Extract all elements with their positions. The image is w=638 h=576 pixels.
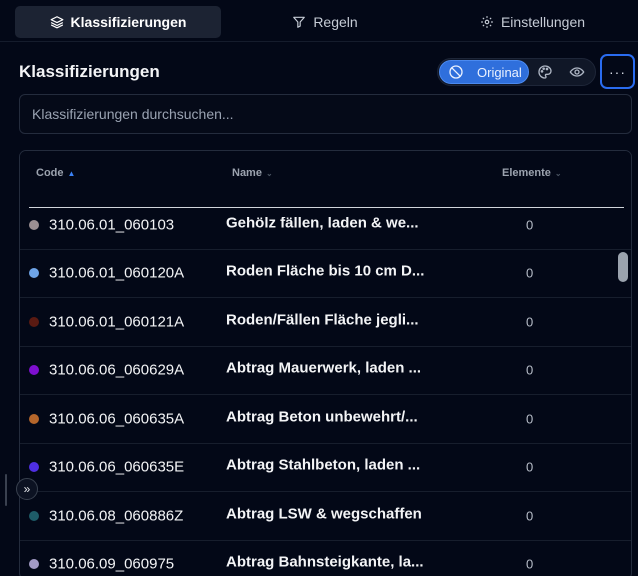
color-swatch [29, 462, 39, 473]
scrollbar-thumb[interactable] [618, 252, 628, 282]
row-code: 310.06.06_060629A [49, 361, 185, 379]
tab-klassifizierungen[interactable]: Klassifizierungen [15, 6, 221, 38]
original-view-button[interactable]: Original [439, 60, 529, 84]
palette-icon [538, 65, 552, 79]
color-swatch [29, 559, 39, 570]
column-label: Code [36, 167, 64, 179]
row-code: 310.06.09_060975 [49, 555, 175, 573]
view-toggle: Original [437, 58, 596, 86]
table-row[interactable]: 310.06.01_060121A Roden/Fällen Fläche jeg… [20, 298, 631, 347]
color-swatch [29, 316, 39, 327]
expand-sidebar-button[interactable]: » [16, 478, 38, 500]
table-row[interactable]: 310.06.06_060629A Abtrag Mauerwerk, laden… [20, 347, 631, 395]
table-header: Code ▲ Name ⌄ Elemente ⌄ [20, 151, 631, 217]
column-header-code[interactable]: Code ▲ [36, 167, 75, 179]
color-swatch [29, 268, 39, 279]
color-swatch [29, 510, 39, 521]
color-swatch [29, 413, 39, 424]
chevron-down-icon: ⌄ [554, 168, 562, 178]
row-code: 310.06.01_060121A [49, 313, 185, 331]
tab-label: Einstellungen [500, 14, 586, 30]
color-swatch [29, 219, 39, 230]
palette-off-icon [449, 65, 463, 79]
row-element-count: 0 [526, 217, 534, 233]
color-view-button[interactable] [529, 60, 561, 84]
original-label: Original [477, 64, 522, 80]
table-row[interactable]: 310.06.08_060886Z Abtrag LSW & wegschaffe… [20, 492, 631, 541]
tab-regeln[interactable]: Regeln [260, 6, 390, 38]
row-element-count: 0 [526, 314, 534, 330]
row-element-count: 0 [526, 362, 534, 378]
row-name: Roden Fläche bis 10 cm D... [226, 262, 425, 280]
column-header-elemente[interactable]: Elemente ⌄ [502, 167, 562, 179]
double-chevron-right-icon: » [23, 482, 31, 496]
row-element-count: 0 [526, 411, 534, 427]
page-title: Klassifizierungen [19, 62, 160, 81]
chevron-down-icon: ⌄ [265, 168, 273, 178]
preview-view-button[interactable] [561, 60, 593, 84]
row-element-count: 0 [526, 459, 534, 475]
column-label: Name [232, 167, 262, 179]
tab-einstellungen[interactable]: Einstellungen [460, 6, 605, 38]
filter-icon [293, 16, 306, 28]
row-name: Abtrag Beton unbewehrt/... [226, 408, 418, 426]
sort-ascending-icon: ▲ [67, 168, 76, 178]
row-code: 310.06.01_060120A [49, 264, 185, 282]
row-code: 310.06.01_060103 [49, 216, 175, 234]
tab-bar: Klassifizierungen Regeln Einstellungen [0, 0, 638, 42]
tab-label: Klassifizierungen [70, 14, 187, 30]
row-code: 310.06.08_060886Z [49, 507, 184, 525]
row-element-count: 0 [526, 556, 534, 572]
more-options-button[interactable]: ··· [600, 54, 635, 89]
row-name: Abtrag Mauerwerk, laden ... [226, 359, 422, 377]
eye-icon [569, 67, 585, 77]
column-header-name[interactable]: Name ⌄ [232, 167, 273, 179]
header-divider [29, 207, 624, 208]
table-row[interactable]: 310.06.01_060120A Roden Fläche bis 10 cm … [20, 250, 631, 298]
row-code: 310.06.06_060635A [49, 410, 185, 428]
column-label: Elemente [502, 167, 551, 179]
table-body: 310.06.01_060103 Gehölz fällen, laden & w… [20, 201, 631, 576]
more-icon: ··· [609, 63, 626, 80]
color-swatch [29, 365, 39, 376]
search-input[interactable] [19, 94, 632, 134]
row-name: Roden/Fällen Fläche jegli... [226, 311, 419, 329]
row-element-count: 0 [526, 265, 534, 281]
table-row[interactable]: 310.06.06_060635E Abtrag Stahlbeton, lade… [20, 444, 631, 492]
row-code: 310.06.06_060635E [49, 458, 185, 476]
tab-label: Regeln [313, 14, 358, 30]
row-name: Abtrag Stahlbeton, laden ... [226, 456, 421, 474]
row-name: Abtrag Bahnsteigkante, la... [226, 553, 424, 571]
row-name: Abtrag LSW & wegschaffen [226, 505, 422, 523]
classification-table: 310.06.01_060103 Gehölz fällen, laden & w… [19, 150, 632, 576]
table-row[interactable]: 310.06.06_060635A Abtrag Beton unbewehrt/… [20, 395, 631, 444]
table-row[interactable]: 310.06.09_060975 Abtrag Bahnsteigkante, l… [20, 541, 631, 576]
gear-icon [481, 16, 493, 28]
sidebar-resize-handle[interactable] [5, 474, 7, 506]
row-element-count: 0 [526, 508, 534, 524]
layers-icon [50, 16, 63, 29]
